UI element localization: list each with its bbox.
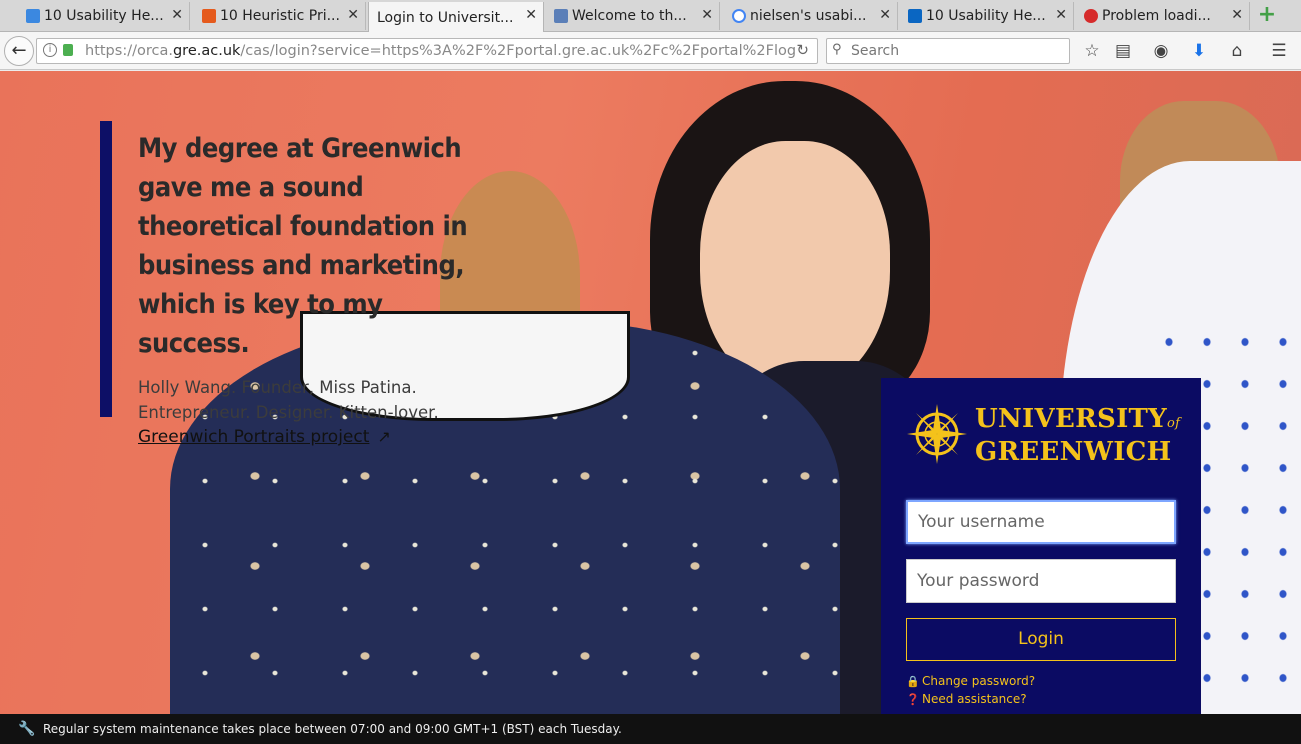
tab-favicon-icon — [26, 9, 40, 23]
google-icon — [732, 9, 746, 23]
menu-icon[interactable]: ☰ — [1268, 40, 1290, 62]
new-tab-button[interactable]: + — [1256, 4, 1278, 27]
reload-icon[interactable]: ↻ — [796, 41, 809, 59]
tab-favicon-icon — [202, 9, 216, 23]
login-panel: UNIVERSITYof GREENWICH Login 🔒Change pas… — [881, 378, 1201, 714]
url-bar[interactable]: i https://orca.gre.ac.uk/cas/login?servi… — [36, 38, 818, 64]
quote-text: My degree at Greenwich gave me a sound t… — [138, 133, 468, 359]
username-input[interactable] — [906, 500, 1176, 544]
tab-title: Login to Universit... — [377, 9, 514, 26]
home-icon[interactable]: ⌂ — [1226, 40, 1248, 62]
tab-close-icon[interactable]: ✕ — [1055, 7, 1067, 23]
quote-author-line: Holly Wang. Founder, Miss Patina. — [138, 378, 417, 397]
tab-login-university[interactable]: Login to Universit... ✕ — [368, 2, 544, 33]
linkedin-icon — [908, 9, 922, 23]
need-assistance-link[interactable]: ❓ Need assistance? — [906, 692, 1027, 706]
download-icon[interactable]: ⬇ — [1188, 40, 1210, 62]
tab-usability-heuristics[interactable]: 10 Usability He... ✕ — [22, 2, 190, 30]
wrench-icon: 🔧 — [18, 721, 36, 737]
quote-author: Holly Wang. Founder, Miss Patina. Entrep… — [138, 375, 480, 425]
tab-strip: 10 Usability He... ✕ 10 Heuristic Pri...… — [0, 0, 1301, 33]
tab-title: Welcome to th... — [572, 8, 687, 24]
maintenance-message: Regular system maintenance takes place b… — [43, 722, 622, 736]
university-logo: UNIVERSITYof GREENWICH — [907, 402, 1181, 472]
url-text[interactable]: https://orca.gre.ac.uk/cas/login?service… — [85, 43, 796, 59]
pocket-icon[interactable]: ◉ — [1150, 40, 1172, 62]
page-content: My degree at Greenwich gave me a sound t… — [0, 71, 1301, 714]
login-button[interactable]: Login — [906, 618, 1176, 661]
tab-title: 10 Heuristic Pri... — [220, 8, 340, 24]
tab-problem-loading[interactable]: Problem loadi... ✕ — [1080, 2, 1250, 30]
background-photo-face — [700, 141, 890, 391]
tab-title: 10 Usability He... — [44, 8, 164, 24]
tab-title: 10 Usability He... — [926, 8, 1046, 24]
tab-nielsens-usability[interactable]: nielsen's usabi... ✕ — [728, 2, 898, 30]
tab-title: Problem loadi... — [1102, 8, 1211, 24]
tab-welcome[interactable]: Welcome to th... ✕ — [550, 2, 720, 30]
quote-author-line: Entrepreneur. Designer. Kitten-lover. — [138, 403, 439, 422]
testimonial-quote: My degree at Greenwich gave me a sound t… — [100, 121, 480, 447]
tab-close-icon[interactable]: ✕ — [701, 7, 713, 23]
password-input[interactable] — [906, 559, 1176, 603]
tab-title: nielsen's usabi... — [750, 8, 867, 24]
lock-icon — [63, 44, 73, 56]
question-circle-icon: ❓ — [906, 693, 920, 706]
bookmark-star-icon[interactable]: ☆ — [1081, 40, 1103, 62]
university-name: UNIVERSITYof GREENWICH — [975, 404, 1181, 467]
search-placeholder: Search — [851, 43, 900, 59]
tab-heuristic-principles[interactable]: 10 Heuristic Pri... ✕ — [198, 2, 366, 30]
tab-close-icon[interactable]: ✕ — [347, 7, 359, 23]
tab-close-icon[interactable]: ✕ — [1231, 7, 1243, 23]
search-bar[interactable]: ⚲ Search — [826, 38, 1070, 64]
navigation-bar: ← i https://orca.gre.ac.uk/cas/login?ser… — [0, 32, 1301, 70]
maintenance-status-bar: 🔧 Regular system maintenance takes place… — [0, 714, 1301, 744]
portraits-project-link[interactable]: Greenwich Portraits project — [138, 427, 369, 447]
warning-icon — [1084, 9, 1098, 23]
reader-list-icon[interactable]: ▤ — [1112, 40, 1134, 62]
tab-close-icon[interactable]: ✕ — [525, 7, 537, 23]
tab-close-icon[interactable]: ✕ — [171, 7, 183, 23]
info-icon[interactable]: i — [43, 43, 57, 57]
back-button[interactable]: ← — [4, 36, 34, 66]
compass-rose-icon — [907, 404, 967, 464]
lock-icon: 🔒 — [906, 675, 920, 688]
tab-favicon-icon — [554, 9, 568, 23]
tab-usability-linkedin[interactable]: 10 Usability He... ✕ — [904, 2, 1074, 30]
tab-close-icon[interactable]: ✕ — [879, 7, 891, 23]
search-icon: ⚲ — [832, 42, 842, 57]
external-link-icon[interactable]: ↗ — [377, 427, 390, 446]
change-password-link[interactable]: 🔒 Change password? — [906, 674, 1035, 688]
